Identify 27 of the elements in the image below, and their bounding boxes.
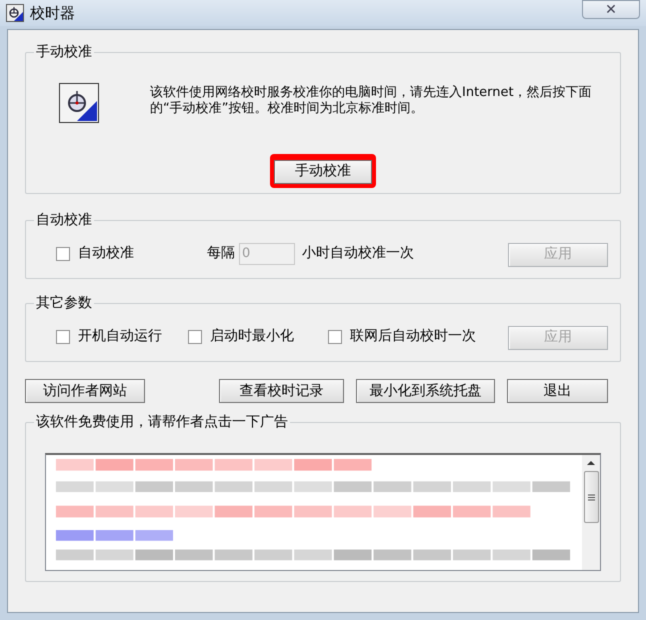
checkbox-label: 启动时最小化 — [210, 327, 294, 346]
clock-icon — [6, 4, 24, 22]
checkbox[interactable] — [56, 246, 70, 261]
view-log-button[interactable]: 查看校时记录 — [219, 379, 344, 403]
checkbox-label: 联网后自动校时一次 — [350, 327, 476, 346]
interval-unit: 小时自动校准一次 — [302, 244, 414, 264]
minimize-to-tray-button[interactable]: 最小化到系统托盘 — [356, 379, 495, 403]
clock-icon — [59, 83, 99, 123]
group-title: 该软件免费使用，请帮作者点击一下广告 — [35, 413, 289, 432]
group-title: 其它参数 — [35, 294, 93, 313]
scrollbar[interactable] — [582, 455, 600, 570]
checkbox[interactable] — [56, 330, 70, 344]
close-button[interactable]: ✕ — [582, 0, 640, 19]
visit-website-button[interactable]: 访问作者网站 — [25, 379, 145, 403]
checkbox[interactable] — [188, 330, 202, 344]
scroll-thumb[interactable] — [584, 471, 598, 523]
checkbox-label: 开机自动运行 — [78, 327, 162, 346]
checkbox[interactable] — [328, 330, 342, 344]
group-title: 自动校准 — [35, 211, 93, 230]
group-title: 手动校准 — [35, 43, 93, 62]
description: 该软件使用网络校时服务校准你的电脑时间，请先连入Internet，然后按下面的“手动校准”按钮。校准时间为北京标准时间。 — [150, 85, 593, 117]
checkbox-label: 自动校准 — [78, 244, 134, 264]
exit-button[interactable]: 退出 — [507, 379, 608, 403]
grip-icon — [588, 494, 594, 500]
manual-sync-button[interactable]: 手动校准 — [274, 160, 372, 184]
window-title: 校时器 — [30, 2, 75, 24]
interval-label: 每隔 — [207, 244, 235, 264]
